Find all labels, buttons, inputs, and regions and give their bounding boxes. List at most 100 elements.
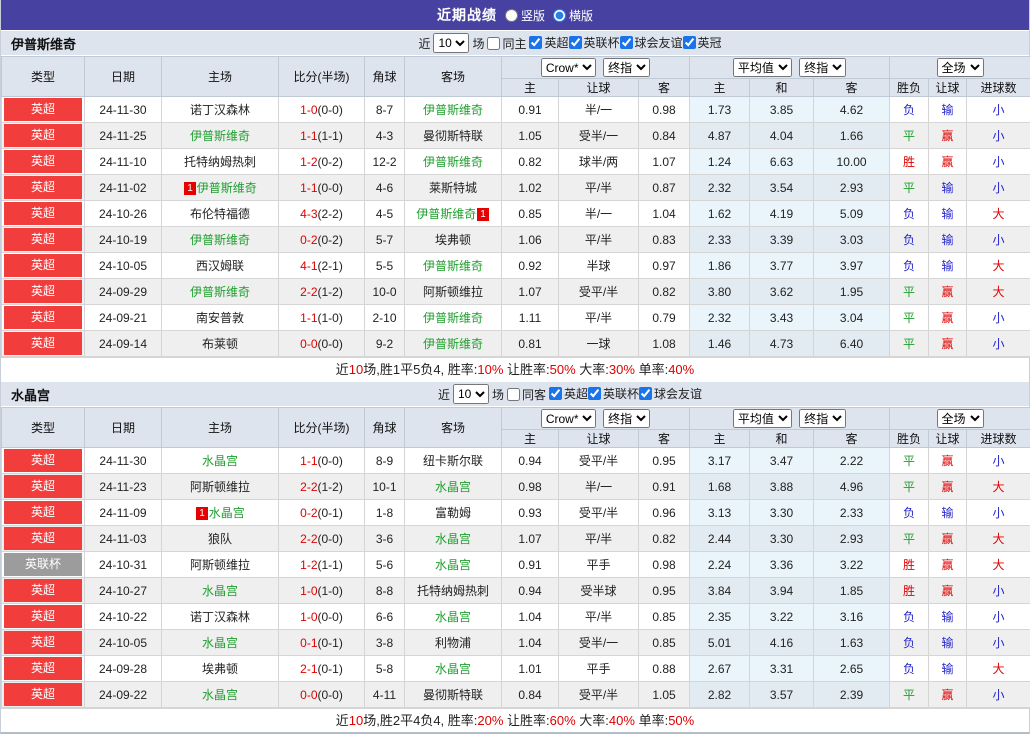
outcome-group-header: 全场	[890, 57, 1030, 79]
away-team[interactable]: 水晶宫	[405, 526, 502, 552]
home-team[interactable]: 水晶宫	[162, 448, 279, 474]
match-date: 24-09-21	[85, 305, 162, 331]
match-score: 2-1(0-1)	[279, 656, 365, 682]
away-team[interactable]: 伊普斯维奇	[405, 97, 502, 123]
avg-home: 2.24	[690, 552, 750, 578]
match-row: 英超24-10-26布伦特福德4-3(2-2)4-5伊普斯维奇10.85半/一1…	[2, 201, 1030, 227]
avg-home: 4.87	[690, 123, 750, 149]
league-badge: 英超	[2, 227, 85, 253]
home-team[interactable]: 1水晶宫	[162, 500, 279, 526]
avg-source-select[interactable]: 平均值	[733, 409, 792, 428]
away-team[interactable]: 伊普斯维奇	[405, 253, 502, 279]
home-team[interactable]: 托特纳姆热刺	[162, 149, 279, 175]
away-team[interactable]: 水晶宫	[405, 552, 502, 578]
odds-final-select[interactable]: 终指	[603, 58, 650, 77]
same-venue-checkbox[interactable]: 同主	[487, 35, 526, 52]
match-count-select[interactable]: 10	[453, 384, 489, 404]
match-date: 24-11-30	[85, 97, 162, 123]
home-team[interactable]: 伊普斯维奇	[162, 227, 279, 253]
match-date: 24-10-27	[85, 578, 162, 604]
away-team[interactable]: 伊普斯维奇	[405, 305, 502, 331]
league-filter-checkbox[interactable]: 英冠	[683, 34, 722, 51]
vertical-layout-radio[interactable]: 竖版	[505, 7, 545, 24]
avg-source-select[interactable]: 平均值	[733, 58, 792, 77]
away-team[interactable]: 阿斯顿维拉	[405, 279, 502, 305]
scope-select[interactable]: 全场	[937, 58, 984, 77]
league-filter-checkbox[interactable]: 英超	[529, 34, 568, 51]
odds-company-select[interactable]: Crow*	[541, 409, 596, 428]
sub-header-avg-home: 主	[690, 79, 750, 97]
league-filter-checkbox[interactable]: 英联杯	[588, 385, 639, 402]
result-outcome: 平	[890, 448, 929, 474]
away-odds: 0.82	[639, 526, 690, 552]
same-venue-checkbox[interactable]: 同客	[507, 386, 546, 403]
away-team[interactable]: 利物浦	[405, 630, 502, 656]
home-team[interactable]: 水晶宫	[162, 630, 279, 656]
league-filter-checkbox[interactable]: 球会友谊	[620, 34, 683, 51]
home-team[interactable]: 狼队	[162, 526, 279, 552]
home-team[interactable]: 伊普斯维奇	[162, 279, 279, 305]
away-team[interactable]: 水晶宫	[405, 474, 502, 500]
horizontal-layout-radio[interactable]: 横版	[553, 7, 593, 24]
home-team[interactable]: 西汉姆联	[162, 253, 279, 279]
sub-header-avg-draw: 和	[750, 430, 814, 448]
corner-score: 5-8	[365, 656, 405, 682]
match-row: 英超24-10-05水晶宫0-1(0-1)3-8利物浦1.04受半/一0.855…	[2, 630, 1030, 656]
home-team[interactable]: 南安普敦	[162, 305, 279, 331]
away-team[interactable]: 水晶宫	[405, 604, 502, 630]
games-label: 场	[492, 386, 504, 403]
away-team[interactable]: 莱斯特城	[405, 175, 502, 201]
league-filter-checkbox[interactable]: 英联杯	[569, 34, 620, 51]
away-team[interactable]: 纽卡斯尔联	[405, 448, 502, 474]
home-team[interactable]: 诺丁汉森林	[162, 97, 279, 123]
home-team[interactable]: 埃弗顿	[162, 656, 279, 682]
avg-final-select[interactable]: 终指	[799, 409, 846, 428]
odds-company-select[interactable]: Crow*	[541, 58, 596, 77]
away-odds: 0.83	[639, 227, 690, 253]
home-team[interactable]: 水晶宫	[162, 578, 279, 604]
away-team[interactable]: 埃弗顿	[405, 227, 502, 253]
avg-draw: 3.88	[750, 474, 814, 500]
away-team[interactable]: 曼彻斯特联	[405, 123, 502, 149]
home-team[interactable]: 阿斯顿维拉	[162, 474, 279, 500]
odds-final-select[interactable]: 终指	[603, 409, 650, 428]
league-filter-group: 英超英联杯球会友谊英冠	[529, 34, 721, 52]
away-team[interactable]: 伊普斯维奇	[405, 331, 502, 357]
away-team[interactable]: 水晶宫	[405, 656, 502, 682]
league-badge: 英超	[2, 474, 85, 500]
avg-home: 2.82	[690, 682, 750, 708]
handicap-line: 受半/一	[559, 630, 639, 656]
home-team[interactable]: 诺丁汉森林	[162, 604, 279, 630]
away-odds: 0.97	[639, 253, 690, 279]
away-team[interactable]: 托特纳姆热刺	[405, 578, 502, 604]
home-team[interactable]: 1伊普斯维奇	[162, 175, 279, 201]
scope-select[interactable]: 全场	[937, 409, 984, 428]
away-team[interactable]: 伊普斯维奇	[405, 149, 502, 175]
match-row: 英超24-09-14布莱顿0-0(0-0)9-2伊普斯维奇0.81一球1.081…	[2, 331, 1030, 357]
away-odds: 1.07	[639, 149, 690, 175]
result-outcome: 负	[890, 500, 929, 526]
handicap-outcome: 输	[929, 630, 967, 656]
home-team[interactable]: 阿斯顿维拉	[162, 552, 279, 578]
match-date: 24-11-03	[85, 526, 162, 552]
league-filter-checkbox[interactable]: 英超	[549, 385, 588, 402]
league-badge: 英超	[2, 331, 85, 357]
home-team[interactable]: 布莱顿	[162, 331, 279, 357]
away-team[interactable]: 富勒姆	[405, 500, 502, 526]
results-table: 类型 日期 主场 比分(半场) 角球 客场 Crow* 终指 平均值 终指	[1, 407, 1030, 708]
away-odds: 0.82	[639, 279, 690, 305]
away-team[interactable]: 曼彻斯特联	[405, 682, 502, 708]
avg-final-select[interactable]: 终指	[799, 58, 846, 77]
avg-away: 1.85	[814, 578, 890, 604]
match-score: 2-2(1-2)	[279, 279, 365, 305]
home-team[interactable]: 布伦特福德	[162, 201, 279, 227]
home-team[interactable]: 伊普斯维奇	[162, 123, 279, 149]
avg-home: 3.17	[690, 448, 750, 474]
match-count-select[interactable]: 10	[433, 33, 469, 53]
home-team[interactable]: 水晶宫	[162, 682, 279, 708]
away-team[interactable]: 伊普斯维奇1	[405, 201, 502, 227]
result-outcome: 负	[890, 201, 929, 227]
handicap-line: 球半/两	[559, 149, 639, 175]
filter-controls: 近 10 场 同客 英超英联杯球会友谊	[438, 384, 702, 404]
league-filter-checkbox[interactable]: 球会友谊	[639, 385, 702, 402]
